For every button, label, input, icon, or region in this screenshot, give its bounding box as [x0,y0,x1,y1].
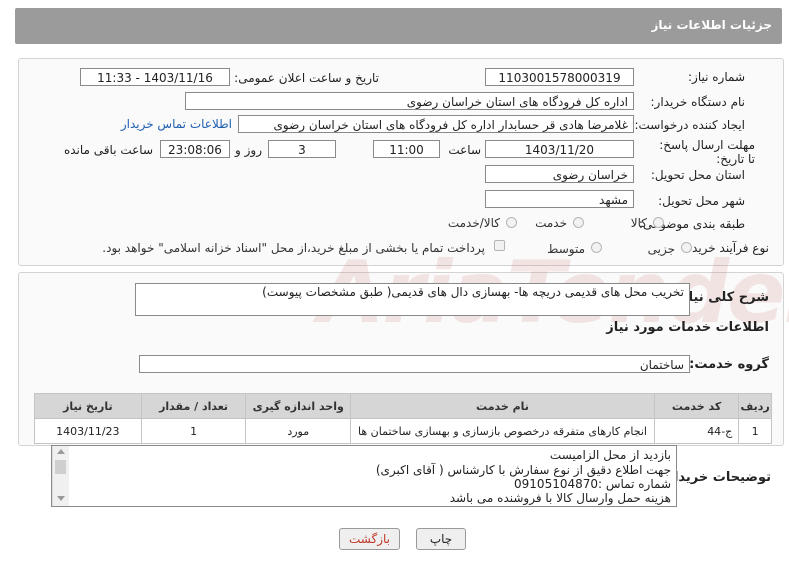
days-field[interactable]: 3 [268,140,336,158]
city-field[interactable]: مشهد [485,190,634,208]
row-number: 1 [738,418,772,444]
notes-line: شماره تماس :09105104870 [514,477,671,491]
buyer-notes-box[interactable]: بازدید از محل الزامیست جهت اطلاع دقیق از… [51,445,677,507]
notes-line: بازدید از محل الزامیست [549,448,671,462]
page-header: جزئیات اطلاعات نیاز [15,8,782,44]
scroll-thumb[interactable] [55,460,66,474]
deadline-label: مهلت ارسال پاسخ: تا تاریخ: [659,138,755,166]
column-header-quantity: تعداد / مقدار [140,393,247,419]
buyer-notes-label: توضیحات خریدار: [661,470,771,485]
deadline-time-field[interactable]: 11:00 [373,140,440,158]
services-section-title: اطلاعات خدمات مورد نیاز [606,320,769,335]
column-header-code: کد خدمت [653,393,740,419]
service-group-label: گروه خدمت: [689,357,769,372]
scroll-down-icon[interactable] [57,496,65,501]
category-option-goods-service: کالا/خدمت [447,216,500,230]
column-header-name: نام خدمت [350,393,655,419]
print-button[interactable]: چاپ [416,528,466,550]
buyer-contact-link[interactable]: اطلاعات تماس خریدار [121,117,232,131]
city-label: شهر محل تحویل: [658,194,745,208]
service-quantity: 1 [140,418,247,444]
service-code: ج-44 [653,418,740,444]
category-radio-goods[interactable] [653,217,664,228]
page-title: جزئیات اطلاعات نیاز [651,18,772,32]
service-name: انجام کارهای متفرقه درخصوص بازسازی و بهس… [350,418,655,444]
category-radio-service[interactable] [573,217,584,228]
creator-field[interactable]: غلامرضا هادی قر حسابدار اداره کل فرودگاه… [238,115,634,133]
service-date: 1403/11/23 [34,418,142,444]
column-header-unit: واحد اندازه گیری [245,393,352,419]
notes-line: هزینه حمل وارسال کالا با فروشنده می باشد [449,491,671,505]
days-label: روز و [235,143,262,157]
services-table: ردیف کد خدمت نام خدمت واحد اندازه گیری ت… [34,393,772,444]
province-label: استان محل تحویل: [650,168,745,182]
category-option-goods: کالا [630,216,647,230]
service-unit: مورد [245,418,352,444]
category-radio-goods-service[interactable] [506,217,517,228]
deadline-date-field[interactable]: 1403/11/20 [485,140,634,158]
summary-field[interactable]: تخریب محل های قدیمی دریچه ها- بهسازی دال… [135,283,690,316]
announce-label: تاریخ و ساعت اعلان عمومی: [234,71,379,85]
table-row[interactable]: 1 ج-44 انجام کارهای متفرقه درخصوص بازساز… [34,418,772,444]
category-option-service: خدمت [535,216,567,230]
buyer-label: نام دستگاه خریدار: [650,95,746,109]
need-number-label: شماره نیاز: [688,70,745,84]
notes-scrollbar[interactable] [52,446,69,506]
service-group-field[interactable]: ساختمان [139,355,690,373]
time-label: ساعت [448,143,481,157]
announce-field[interactable]: 1403/11/16 - 11:33 [80,68,230,86]
scroll-up-icon[interactable] [57,449,65,454]
remaining-time-field[interactable]: 23:08:06 [160,140,230,158]
need-number-field[interactable]: 1103001578000319 [485,68,634,86]
notes-line: جهت اطلاع دقیق از نوع سفارش با کارشناس (… [375,463,671,477]
creator-label: ایجاد کننده درخواست: [634,118,745,132]
column-header-row: ردیف [738,393,772,419]
buyer-field[interactable]: اداره کل فرودگاه های استان خراسان رضوی [185,92,634,110]
back-button[interactable]: بازگشت [339,528,400,550]
remaining-label: ساعت باقی مانده [63,143,153,157]
province-field[interactable]: خراسان رضوی [485,165,634,183]
column-header-date: تاریخ نیاز [34,393,142,419]
